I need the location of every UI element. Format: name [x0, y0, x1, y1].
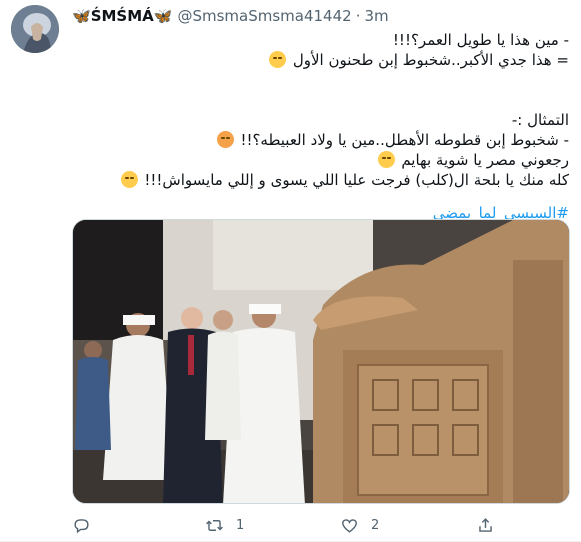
heart-icon: [342, 518, 357, 533]
retweet-arrows-icon: [206, 519, 223, 531]
tweet-line: = هذا جدي الأكبر..شخبوط إبن طحنون الأول: [69, 50, 569, 70]
relieved-face-icon: [120, 171, 138, 188]
tweet-line: - شخبوط إبن قطوطه الأهطل..مين يا ولاد ال…: [69, 130, 569, 150]
share-button[interactable]: [476, 516, 495, 535]
butterfly-icon: 🦋: [72, 7, 91, 25]
tweet-card[interactable]: 🦋 ŚMŚMÁ 🦋 @SmsmaSmsma41442 · 3m - مين هذ…: [0, 0, 581, 542]
tweet-line: كله منك يا بلحة ال(كلب) فرجت عليا اللي ي…: [69, 170, 569, 190]
tweet-line: التمثال :-: [511, 111, 569, 129]
tweet-line: - مين هذا يا طويل العمر؟!!!: [392, 31, 569, 49]
butterfly-icon: 🦋: [153, 7, 173, 25]
retweet-button[interactable]: 1: [205, 516, 244, 535]
speech-bubble-icon: [74, 518, 89, 533]
tweet-photo[interactable]: [72, 219, 570, 504]
crying-face-icon: [377, 151, 395, 168]
angry-face-icon: [216, 131, 234, 148]
tweet-line: رجعوني مصر يا شوية بهايم: [69, 150, 569, 170]
like-count: 2: [371, 517, 380, 533]
relieved-face-icon: [269, 51, 287, 68]
share-upload-icon: [479, 517, 492, 532]
retweet-count: 1: [236, 517, 245, 533]
reply-button[interactable]: [72, 516, 103, 535]
display-name[interactable]: 🦋 ŚMŚMÁ 🦋: [72, 7, 172, 25]
display-name-text: ŚMŚMÁ: [90, 7, 154, 25]
avatar[interactable]: [11, 5, 59, 53]
separator-dot: ·: [355, 7, 361, 25]
user-handle[interactable]: @SmsmaSmsma41442: [177, 7, 351, 25]
tweet-text: - مين هذا يا طويل العمر؟!!! = هذا جدي ال…: [69, 30, 569, 223]
like-button[interactable]: 2: [340, 516, 379, 535]
tweet-timestamp[interactable]: 3m: [364, 7, 388, 25]
tweet-actions: 1 2: [72, 513, 502, 537]
tweet-header: 🦋 ŚMŚMÁ 🦋 @SmsmaSmsma41442 · 3m: [72, 6, 389, 26]
